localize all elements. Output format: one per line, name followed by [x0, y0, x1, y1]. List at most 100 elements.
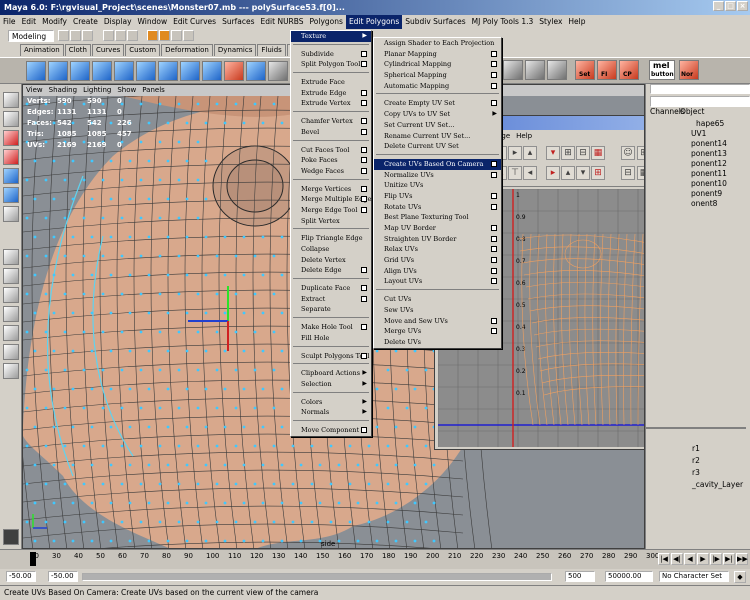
menu-modify[interactable]: Modify — [39, 15, 70, 29]
play-forward-icon[interactable]: ▶ — [697, 553, 709, 565]
extrude-icon[interactable] — [268, 61, 288, 81]
menu-item-best-plane-texturing-tool[interactable]: Best Plane Texturing Tool — [374, 212, 501, 223]
menu-item-delete-current-uv-set[interactable]: Delete Current UV Set — [374, 141, 501, 152]
menu-file[interactable]: File — [0, 15, 19, 29]
menu-item-split-vertex[interactable]: Split Vertex — [291, 216, 371, 227]
open-scene-icon[interactable] — [70, 30, 81, 41]
menu-item-duplicate-face[interactable]: Duplicate Face — [291, 283, 371, 294]
option-box-icon[interactable] — [361, 324, 367, 331]
uv-tool-icon[interactable]: ⊞ — [561, 146, 575, 160]
step-forward-icon[interactable]: |▶ — [710, 553, 722, 565]
channel-item[interactable]: ponent10 — [691, 179, 727, 188]
option-box-icon[interactable] — [491, 50, 497, 57]
shelf-tab-curves[interactable]: Curves — [91, 44, 125, 56]
character-set-field[interactable]: No Character Set — [659, 571, 729, 582]
select-tool-icon[interactable] — [3, 92, 19, 108]
menu-item-separate[interactable]: Separate — [291, 304, 371, 315]
time-slider[interactable]: 2030405060708090100110120130140150160170… — [0, 549, 750, 569]
shelf-tab-fluids[interactable]: Fluids — [257, 44, 286, 56]
option-box-icon[interactable] — [491, 278, 497, 285]
menu-item-merge-uvs[interactable]: Merge UVs — [374, 326, 501, 337]
uv-tool-2-icon[interactable] — [525, 60, 545, 80]
option-box-icon[interactable] — [491, 61, 497, 68]
uv-tool-icon[interactable]: ⊟ — [576, 146, 590, 160]
poly-cone-icon[interactable] — [92, 61, 112, 81]
uv-tool-icon[interactable]: ⊟ — [621, 166, 635, 180]
poly-pipe-icon[interactable] — [202, 61, 222, 81]
option-box-icon[interactable] — [491, 267, 497, 274]
menu-item-colors[interactable]: Colors ▶ — [291, 397, 371, 408]
option-box-icon[interactable] — [491, 192, 497, 199]
option-box-icon[interactable] — [491, 246, 497, 253]
menu-item-move-component[interactable]: Move Component — [291, 425, 371, 436]
menu-item-move-and-sew-uvs[interactable]: Move and Sew UVs — [374, 316, 501, 327]
poly-cylinder-icon[interactable] — [70, 61, 90, 81]
menu-item-chamfer-vertex[interactable]: Chamfer Vertex — [291, 116, 371, 127]
menu-item-flip-uvs[interactable]: Flip UVs — [374, 191, 501, 202]
menu-item-wedge-faces[interactable]: Wedge Faces — [291, 166, 371, 177]
poly-plane-icon[interactable] — [114, 61, 134, 81]
option-box-icon[interactable] — [361, 50, 367, 57]
option-box-icon[interactable] — [491, 235, 497, 242]
menu-item-bevel[interactable]: Bevel — [291, 127, 371, 138]
start-time-field[interactable]: -50.00 — [6, 571, 36, 582]
poly-torus-icon[interactable] — [136, 61, 156, 81]
option-box-icon[interactable] — [361, 167, 367, 174]
option-box-icon[interactable] — [491, 160, 497, 167]
option-box-icon[interactable] — [361, 267, 367, 274]
menu-subdiv-surfaces[interactable]: Subdiv Surfaces — [402, 15, 468, 29]
menu-item-grid-uvs[interactable]: Grid UVs — [374, 255, 501, 266]
option-box-icon[interactable] — [361, 61, 367, 68]
face-mask-icon[interactable] — [171, 30, 183, 41]
option-box-icon[interactable] — [491, 257, 497, 264]
menu-item-split-polygon-tool[interactable]: Split Polygon Tool — [291, 59, 371, 70]
menu-item-extrude-face[interactable]: Extrude Face — [291, 77, 371, 88]
option-box-icon[interactable] — [491, 72, 497, 79]
viewport-menu-lighting[interactable]: Lighting — [80, 85, 114, 95]
end-time-field[interactable]: 50000.00 — [605, 571, 653, 582]
move-tool-icon[interactable] — [3, 149, 19, 165]
range-slider[interactable] — [82, 573, 552, 581]
mode-dropdown[interactable]: Modeling — [8, 30, 54, 42]
new-scene-icon[interactable] — [58, 30, 69, 41]
menu-item-assign-shader-to-each-projection[interactable]: Assign Shader to Each Projection — [374, 38, 501, 49]
layer-item[interactable]: r1 — [692, 444, 700, 453]
vertex-mask-icon[interactable] — [147, 30, 159, 41]
menu-item-subdivide[interactable]: Subdivide — [291, 49, 371, 60]
shelf-tab-animation[interactable]: Animation — [20, 44, 64, 56]
menu-item-poke-faces[interactable]: Poke Faces — [291, 155, 371, 166]
shelf-tab-custom[interactable]: Custom — [125, 44, 161, 56]
channel-item[interactable]: ponent12 — [691, 159, 727, 168]
menu-edit-polygons[interactable]: Edit Polygons — [345, 15, 403, 29]
channel-item[interactable]: UV1 — [691, 129, 706, 138]
paint-select-tool-icon[interactable] — [3, 130, 19, 146]
channel-item[interactable]: ponent14 — [691, 139, 727, 148]
uv-tool-icon[interactable]: ⊞ — [637, 146, 644, 160]
menu-item-set-current-uv-set[interactable]: Set Current UV Set... — [374, 120, 501, 131]
option-box-icon[interactable] — [361, 128, 367, 135]
layout-outliner-icon[interactable] — [3, 325, 19, 341]
menu-item-merge-edge-tool[interactable]: Merge Edge Tool — [291, 205, 371, 216]
menu-item-align-uvs[interactable]: Align UVs — [374, 266, 501, 277]
menu-edit-nurbs[interactable]: Edit NURBS — [258, 15, 307, 29]
shelf-tab-cloth[interactable]: Cloth — [64, 44, 91, 56]
uv-mask-icon[interactable] — [183, 30, 195, 41]
viewport-menu-show[interactable]: Show — [114, 85, 139, 95]
menu-item-sew-uvs[interactable]: Sew UVs — [374, 305, 501, 316]
option-box-icon[interactable] — [361, 89, 367, 96]
menu-help[interactable]: Help — [565, 15, 588, 29]
playback-end-field[interactable]: 500 — [565, 571, 595, 582]
select-component-icon[interactable] — [126, 30, 138, 41]
layer-item[interactable]: r2 — [692, 456, 700, 465]
object-tab[interactable]: Object — [680, 107, 704, 116]
option-box-icon[interactable] — [361, 352, 367, 359]
menu-item-rename-current-uv-set[interactable]: Rename Current UV Set... — [374, 131, 501, 142]
channel-item[interactable]: ponent13 — [691, 149, 727, 158]
menu-item-copy-uvs-to-uv-set[interactable]: Copy UVs to UV Set ▶ — [374, 109, 501, 120]
poly-sphere-icon[interactable] — [26, 61, 46, 81]
option-box-icon[interactable] — [491, 82, 497, 89]
option-box-icon[interactable] — [491, 171, 497, 178]
menu-item-map-uv-border[interactable]: Map UV Border — [374, 223, 501, 234]
menu-item-extrude-vertex[interactable]: Extrude Vertex — [291, 98, 371, 109]
uv-menu-help[interactable]: Help — [513, 131, 535, 141]
